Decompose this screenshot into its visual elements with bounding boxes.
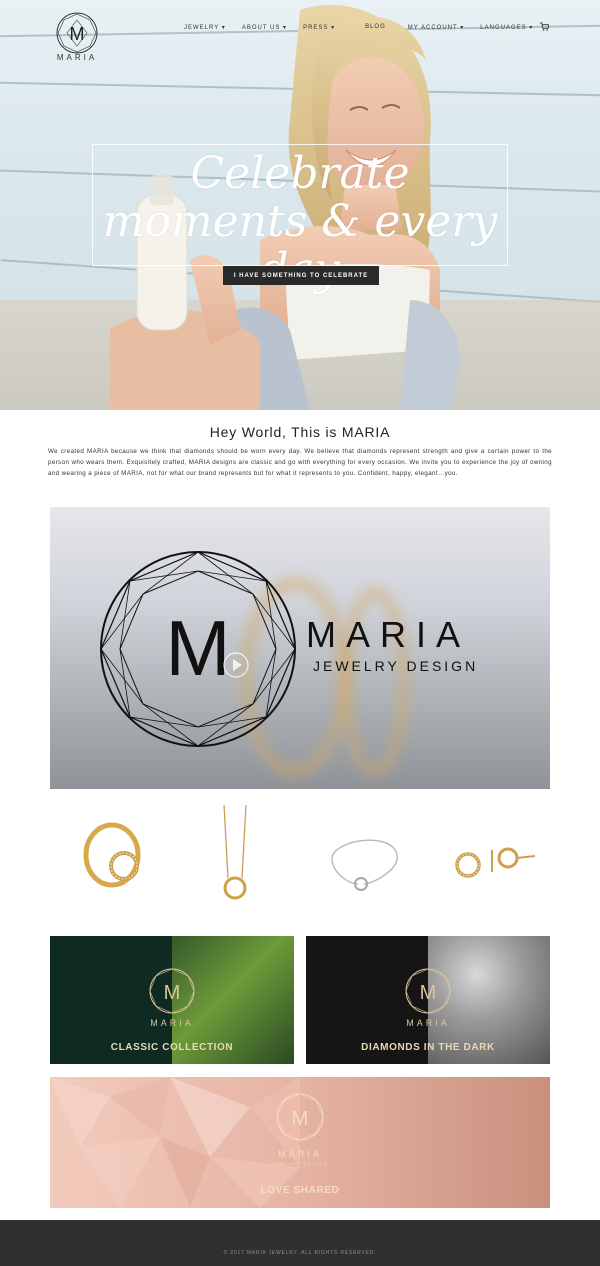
svg-text:M: M: [292, 1108, 309, 1130]
cart-icon[interactable]: [540, 22, 549, 31]
main-menu: JEWELRY ▾ ABOUT US ▾ PRESS ▾ BLOG MY ACC…: [184, 24, 533, 31]
video-brand-name: MARIA: [306, 614, 471, 655]
celebrate-button[interactable]: I HAVE SOMETHING TO CELEBRATE: [223, 266, 379, 285]
footer: © 2017 MARIA JEWELRY. ALL RIGHTS RESERVE…: [0, 1220, 600, 1266]
copyright: © 2017 MARIA JEWELRY. ALL RIGHTS RESERVE…: [223, 1250, 377, 1256]
intro-paragraph: We created MARIA because we think that d…: [48, 448, 552, 477]
diamond-logo-icon: M: [100, 551, 296, 747]
intro-heading: Hey World, This is MARIA: [209, 424, 391, 440]
necklace-icon[interactable]: [176, 800, 296, 910]
top-navigation: M MARIA JEWELRY ▾ ABOUT US ▾ PRESS ▾ BLO…: [0, 0, 600, 70]
maria-logo-icon: M: [405, 968, 451, 1014]
collection-classic[interactable]: M MARIA CLASSIC COLLECTION: [50, 936, 294, 1064]
play-icon[interactable]: [222, 651, 250, 679]
svg-text:M: M: [420, 982, 437, 1004]
collection-logo-text: MARIA: [278, 1149, 322, 1159]
svg-text:M: M: [70, 24, 85, 44]
collection-love-shared[interactable]: M MARIA JEWELRY DESIGN LOVE SHARED: [50, 1077, 550, 1208]
earrings-icon[interactable]: [440, 800, 560, 910]
collection-label: CLASSIC COLLECTION: [110, 1042, 234, 1053]
menu-item-blog[interactable]: BLOG: [365, 24, 386, 31]
menu-item-my-account[interactable]: MY ACCOUNT ▾: [408, 24, 464, 31]
menu-item-jewelry[interactable]: JEWELRY ▾: [184, 24, 226, 31]
collection-label: DIAMONDS IN THE DARK: [361, 1042, 495, 1053]
collection-diamonds-dark[interactable]: M MARIA DIAMONDS IN THE DARK: [306, 936, 550, 1064]
svg-text:M: M: [166, 604, 231, 692]
menu-item-languages[interactable]: LANGUAGES ▾: [480, 24, 533, 31]
video-brand-subtitle: JEWELRY DESIGN: [313, 658, 479, 674]
hero-banner: M MARIA JEWELRY ▾ ABOUT US ▾ PRESS ▾ BLO…: [0, 0, 600, 410]
bracelet-icon[interactable]: [302, 800, 422, 910]
svg-text:M: M: [164, 982, 181, 1004]
collection-logo-subtext: JEWELRY DESIGN: [271, 1161, 329, 1166]
maria-logo-icon[interactable]: M: [54, 10, 100, 56]
brand-name: MARIA: [56, 53, 98, 62]
menu-item-about-us[interactable]: ABOUT US ▾: [242, 24, 287, 31]
collection-logo-text: MARIA: [150, 1018, 194, 1028]
collection-logo-text: MARIA: [406, 1018, 450, 1028]
maria-logo-icon: M: [149, 968, 195, 1014]
maria-logo-icon: M: [276, 1093, 324, 1141]
menu-item-press[interactable]: PRESS ▾: [303, 24, 335, 31]
ring-icon[interactable]: [60, 800, 180, 910]
collection-label: LOVE SHARED: [260, 1185, 340, 1196]
brand-video[interactable]: M: [50, 507, 550, 789]
